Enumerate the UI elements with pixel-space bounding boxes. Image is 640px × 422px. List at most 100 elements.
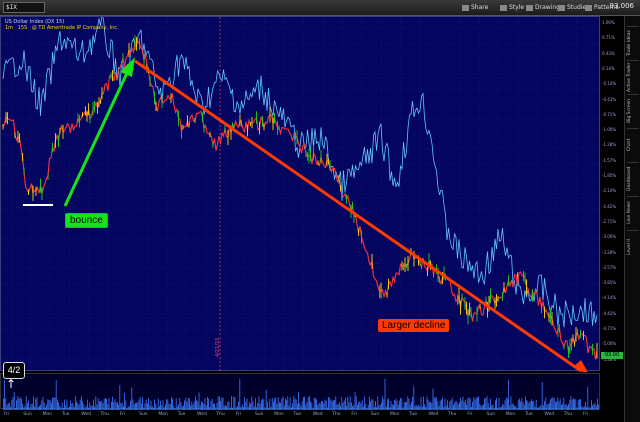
volume-bar <box>222 397 224 410</box>
time-label: Fri <box>583 412 589 417</box>
price-chart[interactable] <box>1 17 601 372</box>
volume-bar <box>274 398 275 410</box>
share-icon <box>462 4 469 11</box>
volume-bar <box>423 396 424 410</box>
volume-bar <box>106 398 107 410</box>
time-label: Fri <box>467 412 473 417</box>
volume-bar <box>48 399 50 410</box>
axis-tick-label: -1.00% <box>602 127 617 133</box>
volume-bar <box>594 402 596 410</box>
volume-bar <box>267 401 268 410</box>
volume-bar <box>136 402 137 410</box>
symbol-input[interactable]: $IX <box>3 2 45 13</box>
side-tab[interactable]: Dashboard <box>627 162 639 195</box>
volume-bar <box>17 396 19 410</box>
side-tab[interactable]: Level II <box>627 230 639 263</box>
volume-bar <box>282 396 284 410</box>
volume-bar <box>105 398 106 410</box>
volume-bar <box>49 400 51 410</box>
volume-bar <box>571 399 573 410</box>
volume-bar <box>286 400 287 410</box>
volume-bar <box>171 397 172 410</box>
volume-bar <box>469 398 471 410</box>
share-label: Share <box>471 4 489 11</box>
volume-bar <box>273 401 274 410</box>
time-label: Thu <box>563 412 573 417</box>
volume-bar <box>239 378 241 410</box>
volume-bar <box>231 396 232 410</box>
share-button[interactable]: Share <box>462 3 488 12</box>
time-label: Mon <box>505 412 516 417</box>
volume-bar <box>339 402 340 410</box>
volume-bar <box>139 397 141 410</box>
bounce-arrow <box>63 72 129 207</box>
volume-bar <box>426 396 428 410</box>
volume-bar <box>81 396 82 410</box>
volume-bar <box>265 389 267 410</box>
volume-bar <box>490 398 491 410</box>
volume-bar <box>550 399 551 410</box>
volume-bar <box>307 396 309 410</box>
volume-bar <box>345 397 346 410</box>
side-tab[interactable]: Trade Ideas <box>627 26 639 59</box>
volume-bar <box>328 397 329 410</box>
volume-bar <box>5 398 7 410</box>
volume-bar <box>251 396 253 410</box>
volume-bar <box>477 397 478 410</box>
volume-bar <box>245 401 247 410</box>
volume-bar <box>53 397 55 410</box>
volume-bar <box>76 401 77 410</box>
volume-bar <box>293 396 295 410</box>
side-tab[interactable]: Chart <box>627 128 639 161</box>
volume-bar <box>395 398 397 410</box>
volume-bar <box>301 401 303 410</box>
style-button[interactable]: Style <box>500 3 524 12</box>
price-axis[interactable]: 1.00% 0.71% 0.43% 0.14% -0.14% -0.43% -0.71% -1… <box>600 16 624 371</box>
decline-label: Larger decline <box>378 319 450 332</box>
volume-bar <box>61 402 63 410</box>
up-arrow-icon: ↑ <box>6 377 17 391</box>
volume-bar <box>496 397 497 410</box>
volume-bar <box>204 398 206 410</box>
volume-bar <box>510 396 512 410</box>
volume-bar <box>261 400 262 410</box>
side-tab[interactable]: Active Trader <box>627 60 639 93</box>
volume-bar <box>467 398 469 410</box>
volume-bar <box>79 399 81 410</box>
volume-bar <box>125 400 127 410</box>
volume-bar <box>58 402 59 410</box>
volume-bar <box>351 402 352 410</box>
volume-bar <box>234 397 236 410</box>
side-tab[interactable]: Big Screen <box>627 94 639 127</box>
axis-tick-label: -1.28% <box>602 142 617 148</box>
volume-bar <box>77 403 79 410</box>
legend-item: 1m <box>5 25 14 31</box>
axis-tick-label: -2.14% <box>602 188 617 194</box>
time-label: Sun <box>370 412 380 417</box>
time-label: Mon <box>390 412 400 417</box>
volume-bar <box>442 397 443 410</box>
volume-bar <box>281 398 283 410</box>
volume-bar <box>51 402 52 410</box>
volume-bar <box>258 396 260 410</box>
price-panel[interactable]: US Dollar Index (DX 15) 1m 15S @ TD Amer… <box>0 16 601 372</box>
axis-tick-label: -1.85% <box>602 173 617 178</box>
volume-panel[interactable] <box>0 373 600 410</box>
volume-bar <box>541 382 543 410</box>
volume-bar <box>162 399 164 410</box>
volume-bar <box>189 398 190 410</box>
volume-bar <box>577 400 579 410</box>
volume-bar <box>36 397 38 410</box>
time-label: Thu <box>100 412 109 417</box>
volume-bar <box>333 400 334 410</box>
volume-bar <box>93 399 94 410</box>
chart-grid <box>1 17 601 372</box>
side-tab[interactable]: Live News <box>627 196 639 229</box>
volume-bar <box>508 379 509 410</box>
volume-bar <box>147 403 148 410</box>
volume-bar <box>369 396 370 410</box>
volume-bar <box>324 399 326 410</box>
volume-bar <box>521 398 523 410</box>
volume-bar <box>330 399 332 410</box>
volume-bar <box>533 401 535 410</box>
